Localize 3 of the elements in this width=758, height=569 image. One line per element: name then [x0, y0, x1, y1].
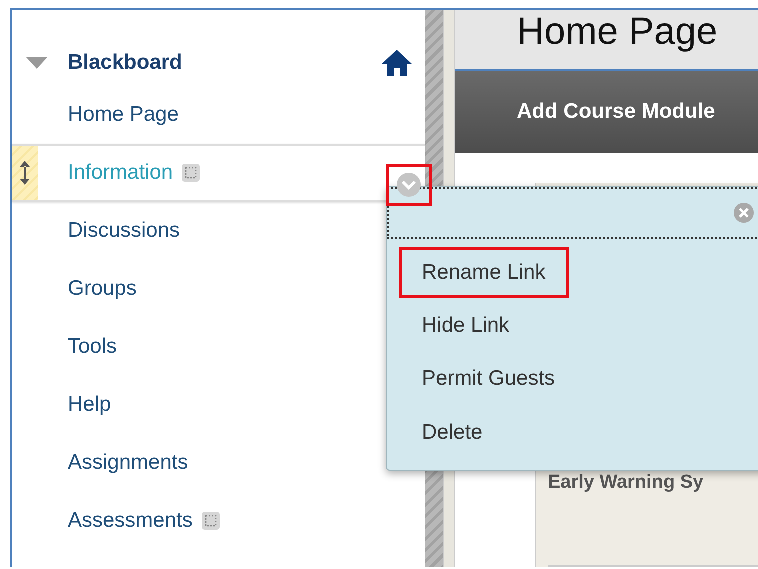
sidebar-title: Blackboard	[68, 50, 182, 76]
module-title: Early Warning Sy	[548, 470, 705, 494]
page-title: Home Page	[455, 10, 758, 71]
